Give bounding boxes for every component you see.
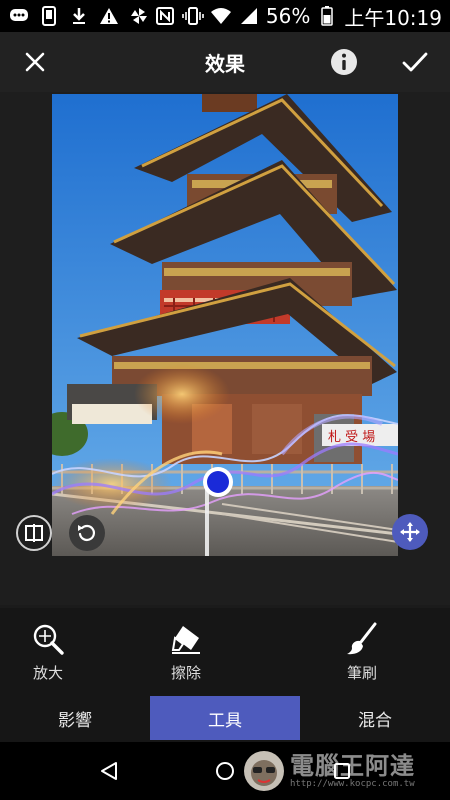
zoom-tool[interactable]: 放大 — [8, 622, 88, 683]
warning-icon — [98, 5, 120, 27]
brush-icon — [347, 622, 377, 655]
tab-bar: 影響 工具 混合 — [0, 696, 450, 742]
info-icon — [331, 49, 357, 75]
home-button[interactable] — [210, 756, 240, 786]
signal-icon — [238, 5, 260, 27]
status-bar: 56% 上午10:19 — [0, 0, 450, 32]
move-icon — [400, 522, 420, 542]
confirm-button[interactable] — [397, 44, 433, 80]
eraser-tool[interactable]: 擦除 — [146, 622, 226, 683]
pinwheel-icon — [128, 5, 150, 27]
vibrate-icon — [182, 5, 204, 27]
brush-dot-core — [207, 471, 229, 493]
home-icon — [216, 762, 234, 780]
zoom-icon — [33, 624, 64, 655]
message-icon — [8, 5, 30, 27]
close-button[interactable] — [17, 44, 53, 80]
close-icon — [25, 52, 45, 72]
download-icon — [68, 5, 90, 27]
nfc-icon — [154, 5, 176, 27]
clock: 上午10:19 — [344, 5, 442, 30]
check-icon — [402, 52, 428, 72]
compare-button[interactable] — [16, 515, 52, 551]
eraser-icon — [171, 626, 200, 654]
brush-tool[interactable]: 筆刷 — [322, 622, 402, 683]
page-title: 效果 — [205, 51, 245, 76]
brush-position-dot[interactable] — [203, 467, 233, 497]
watermark: 電腦王阿達 http://www.kocpc.com.tw — [242, 746, 432, 796]
wifi-icon — [210, 5, 232, 27]
battery-percent: 56% — [265, 4, 311, 28]
header-bar: 效果 — [0, 32, 450, 92]
battery-icon — [316, 5, 338, 27]
back-icon — [101, 762, 117, 780]
info-button[interactable] — [326, 44, 362, 80]
compare-icon — [25, 524, 43, 542]
undo-icon — [78, 524, 95, 541]
tool-row: 放大 擦除 筆刷 — [0, 608, 450, 696]
tab-blend[interactable]: 混合 — [300, 696, 450, 740]
tool-label-erase: 擦除 — [170, 664, 201, 682]
watermark-url: http://www.kocpc.com.tw — [290, 779, 415, 789]
tab-tools[interactable]: 工具 — [150, 696, 300, 740]
tool-label-zoom: 放大 — [32, 664, 63, 682]
watermark-brand: 電腦王阿達 — [290, 752, 415, 780]
canvas-area: 札 受 場 — [0, 92, 450, 605]
tab-effects[interactable]: 影響 — [0, 696, 150, 740]
move-button[interactable] — [392, 514, 428, 550]
undo-button[interactable] — [69, 515, 105, 551]
tool-label-brush: 筆刷 — [346, 664, 377, 682]
phone-icon — [38, 5, 60, 27]
back-button[interactable] — [94, 756, 124, 786]
mascot-logo — [244, 751, 284, 791]
